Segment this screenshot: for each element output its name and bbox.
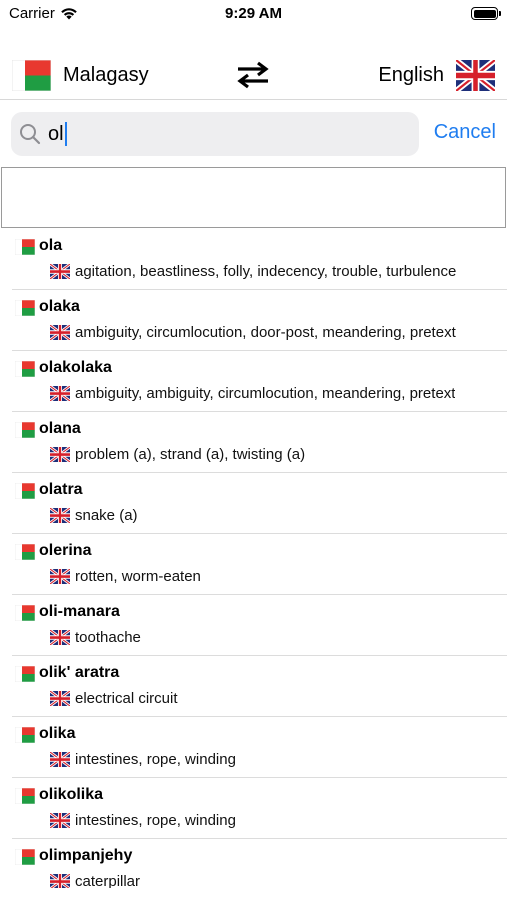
result-translation: problem (a), strand (a), twisting (a): [75, 446, 306, 463]
result-row[interactable]: olana problem (a), strand (a), twisting (…: [12, 412, 507, 473]
battery-icon: [471, 7, 501, 20]
result-translation: agitation, beastliness, folly, indecency…: [75, 263, 457, 280]
result-row[interactable]: olaka ambiguity, circumlocution, door-pos…: [12, 290, 507, 351]
result-word: olatra: [39, 481, 83, 498]
uk-flag-icon: [50, 325, 70, 340]
result-word: oli-manara: [39, 603, 120, 620]
results-list: ola agitation, beastliness, folly, indece…: [0, 229, 507, 890]
search-bar: ol Cancel: [0, 101, 507, 167]
empty-panel: [1, 167, 506, 228]
search-input-value[interactable]: ol: [48, 112, 64, 156]
result-translation: snake (a): [75, 507, 138, 524]
uk-flag-icon: [50, 264, 70, 279]
uk-flag-icon: [50, 874, 70, 889]
result-word: olana: [39, 420, 81, 437]
result-row[interactable]: olik' aratra electrical circuit: [12, 656, 507, 717]
result-word: olimpanjehy: [39, 847, 133, 864]
result-word: olikolika: [39, 786, 104, 803]
result-row[interactable]: olikolika intestines, rope, winding: [12, 778, 507, 839]
madagascar-flag-icon: [15, 361, 35, 377]
status-time: 9:29 AM: [225, 5, 282, 22]
result-row[interactable]: oli-manara toothache: [12, 595, 507, 656]
uk-flag-icon: [50, 569, 70, 584]
result-row[interactable]: olika intestines, rope, winding: [12, 717, 507, 778]
search-input[interactable]: ol: [48, 112, 408, 156]
uk-flag-icon: [50, 508, 70, 523]
uk-flag-icon: [50, 630, 70, 645]
madagascar-flag-icon: [15, 300, 35, 316]
result-word: olika: [39, 725, 76, 742]
cancel-button[interactable]: Cancel: [434, 121, 496, 144]
search-field[interactable]: ol: [11, 112, 419, 156]
madagascar-flag-icon[interactable]: [12, 60, 51, 91]
result-translation: electrical circuit: [75, 690, 178, 707]
result-translation: intestines, rope, winding: [75, 812, 236, 829]
uk-flag-icon: [50, 447, 70, 462]
result-translation: rotten, worm-eaten: [75, 568, 201, 585]
target-language-label[interactable]: English: [378, 64, 444, 87]
madagascar-flag-icon: [15, 544, 35, 560]
result-row[interactable]: ola agitation, beastliness, folly, indece…: [12, 229, 507, 290]
madagascar-flag-icon: [15, 788, 35, 804]
madagascar-flag-icon: [15, 483, 35, 499]
result-row[interactable]: olatra snake (a): [12, 473, 507, 534]
magnifier-icon: [20, 124, 41, 145]
madagascar-flag-icon: [15, 422, 35, 438]
result-translation: ambiguity, circumlocution, door-post, me…: [75, 324, 456, 341]
uk-flag-icon: [50, 386, 70, 401]
madagascar-flag-icon: [15, 849, 35, 865]
result-word: olik' aratra: [39, 664, 120, 681]
madagascar-flag-icon: [15, 727, 35, 743]
language-header: Malagasy English: [0, 50, 507, 100]
swap-arrows-icon[interactable]: [234, 61, 272, 89]
madagascar-flag-icon: [15, 666, 35, 682]
result-word: ola: [39, 237, 63, 254]
uk-flag-icon: [50, 691, 70, 706]
madagascar-flag-icon: [15, 239, 35, 255]
uk-flag-icon[interactable]: [456, 60, 495, 91]
result-word: olaka: [39, 298, 80, 315]
status-bar: Carrier 9:29 AM: [0, 0, 507, 28]
result-translation: toothache: [75, 629, 141, 646]
result-row[interactable]: olimpanjehy caterpillar: [12, 839, 507, 890]
result-word: olerina: [39, 542, 92, 559]
madagascar-flag-icon: [15, 605, 35, 621]
result-translation: ambiguity, ambiguity, circumlocution, me…: [75, 385, 456, 402]
text-caret: [64, 122, 67, 146]
uk-flag-icon: [50, 813, 70, 828]
bottom-fade: [0, 888, 507, 900]
result-row[interactable]: olerina rotten, worm-eaten: [12, 534, 507, 595]
result-row[interactable]: olakolaka ambiguity, ambiguity, circumloc…: [12, 351, 507, 412]
source-language-label[interactable]: Malagasy: [63, 64, 149, 87]
uk-flag-icon: [50, 752, 70, 767]
result-translation: intestines, rope, winding: [75, 751, 236, 768]
result-word: olakolaka: [39, 359, 112, 376]
